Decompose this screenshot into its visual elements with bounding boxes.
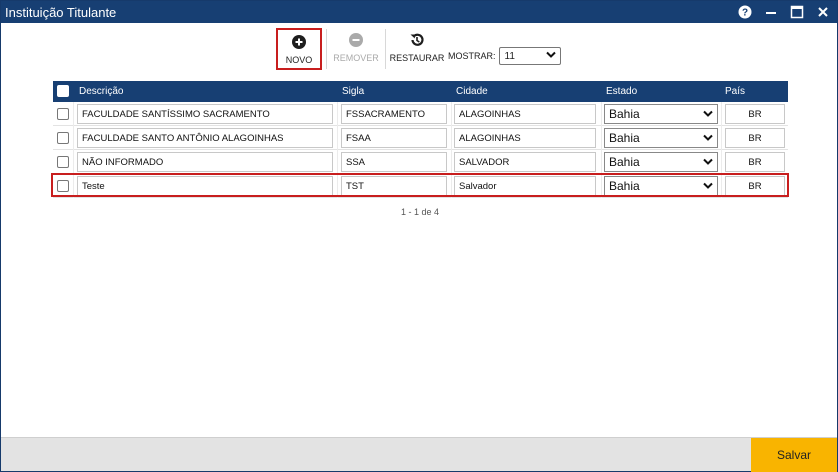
window-title: Instituição Titulante	[5, 4, 117, 20]
column-divider	[73, 174, 74, 198]
table-row[interactable]: FACULDADE SANTÍSSIMO SACRAMENTO FSSACRAME…	[53, 102, 788, 126]
pais-input[interactable]: BR	[725, 152, 785, 172]
close-icon[interactable]	[815, 4, 831, 20]
column-divider	[451, 102, 452, 126]
save-button[interactable]: Salvar	[751, 438, 837, 472]
toolbar: NOVO REMOVER RESTAURAR MOSTRAR: 11	[276, 28, 561, 70]
column-divider	[601, 102, 602, 126]
table-row[interactable]: NÃO INFORMADO SSA SALVADOR Bahia BR	[53, 150, 788, 174]
svg-text:?: ?	[742, 8, 748, 19]
column-divider	[721, 150, 722, 174]
mostrar-label: MOSTRAR:	[448, 51, 496, 61]
mostrar-select[interactable]: 11	[498, 47, 561, 65]
pagination-info: 1 - 1 de 4	[400, 207, 440, 217]
estado-value: Bahia	[609, 107, 640, 121]
chevron-down-icon	[703, 131, 713, 145]
column-divider	[73, 102, 74, 126]
column-divider	[601, 150, 602, 174]
grid-header: Descrição Sigla Cidade Estado País	[53, 81, 788, 102]
novo-button[interactable]: NOVO	[276, 28, 322, 70]
toolbar-divider	[385, 29, 386, 69]
table-row[interactable]: FACULDADE SANTO ANTÔNIO ALAGOINHAS FSAA AL…	[53, 126, 788, 150]
mostrar-value: 11	[504, 50, 515, 62]
sigla-input[interactable]: SSA	[341, 152, 447, 172]
restore-history-icon	[409, 32, 425, 48]
column-divider	[721, 102, 722, 126]
estado-value: Bahia	[609, 179, 640, 193]
footer-bar: Salvar	[1, 437, 837, 472]
cidade-input[interactable]: SALVADOR	[454, 152, 596, 172]
column-divider	[601, 126, 602, 150]
column-divider	[451, 174, 452, 198]
sigla-input[interactable]: TST	[341, 176, 447, 196]
grid-body: FACULDADE SANTÍSSIMO SACRAMENTO FSSACRAME…	[53, 102, 788, 198]
column-divider	[601, 174, 602, 198]
maximize-icon[interactable]	[789, 4, 805, 20]
select-all-checkbox[interactable]	[57, 85, 69, 97]
row-checkbox[interactable]	[57, 132, 69, 144]
header-descricao[interactable]: Descrição	[79, 86, 123, 97]
row-checkbox[interactable]	[57, 180, 69, 192]
header-pais[interactable]: País	[725, 86, 745, 97]
remover-label: REMOVER	[333, 53, 379, 63]
cidade-input[interactable]: Salvador	[454, 176, 596, 196]
estado-select[interactable]: Bahia	[604, 128, 718, 148]
header-cidade[interactable]: Cidade	[456, 86, 488, 97]
help-icon[interactable]: ?	[737, 4, 753, 20]
column-divider	[337, 174, 338, 198]
estado-select[interactable]: Bahia	[604, 176, 718, 196]
minimize-icon[interactable]	[763, 4, 779, 20]
table-row[interactable]: Teste TST Salvador Bahia BR	[53, 174, 788, 198]
column-divider	[337, 102, 338, 126]
remover-button[interactable]: REMOVER	[331, 28, 381, 70]
cidade-input[interactable]: ALAGOINHAS	[454, 104, 596, 124]
title-bar: Instituição Titulante ?	[1, 1, 837, 23]
estado-select[interactable]: Bahia	[604, 152, 718, 172]
pais-input[interactable]: BR	[725, 128, 785, 148]
header-sigla[interactable]: Sigla	[342, 86, 364, 97]
descricao-input[interactable]: FACULDADE SANTO ANTÔNIO ALAGOINHAS	[77, 128, 333, 148]
column-divider	[337, 150, 338, 174]
sigla-input[interactable]: FSSACRAMENTO	[341, 104, 447, 124]
minus-circle-icon	[349, 32, 363, 48]
column-divider	[451, 126, 452, 150]
row-checkbox[interactable]	[57, 156, 69, 168]
pais-input[interactable]: BR	[725, 104, 785, 124]
column-divider	[721, 174, 722, 198]
column-divider	[721, 126, 722, 150]
toolbar-divider	[326, 29, 327, 69]
chevron-down-icon	[545, 51, 556, 62]
sigla-input[interactable]: FSAA	[341, 128, 447, 148]
restaurar-label: RESTAURAR	[389, 53, 445, 63]
institution-grid: Descrição Sigla Cidade Estado País FACUL…	[53, 81, 788, 198]
chevron-down-icon	[703, 179, 713, 193]
mostrar-group: MOSTRAR: 11	[448, 47, 561, 65]
chevron-down-icon	[703, 155, 713, 169]
plus-circle-icon	[292, 34, 306, 50]
estado-value: Bahia	[609, 131, 640, 145]
descricao-input[interactable]: FACULDADE SANTÍSSIMO SACRAMENTO	[77, 104, 333, 124]
estado-select[interactable]: Bahia	[604, 104, 718, 124]
restaurar-button[interactable]: RESTAURAR	[390, 28, 444, 70]
chevron-down-icon	[703, 107, 713, 121]
pais-input[interactable]: BR	[725, 176, 785, 196]
window-controls: ?	[737, 4, 831, 20]
cidade-input[interactable]: ALAGOINHAS	[454, 128, 596, 148]
novo-label: NOVO	[285, 55, 313, 65]
column-divider	[451, 150, 452, 174]
header-estado[interactable]: Estado	[606, 86, 637, 97]
column-divider	[337, 126, 338, 150]
estado-value: Bahia	[609, 155, 640, 169]
dialog-window: Instituição Titulante ? NOVO REMOVER RES…	[0, 0, 838, 472]
row-checkbox[interactable]	[57, 108, 69, 120]
descricao-input[interactable]: Teste	[77, 176, 333, 196]
column-divider	[73, 150, 74, 174]
column-divider	[73, 126, 74, 150]
descricao-input[interactable]: NÃO INFORMADO	[77, 152, 333, 172]
